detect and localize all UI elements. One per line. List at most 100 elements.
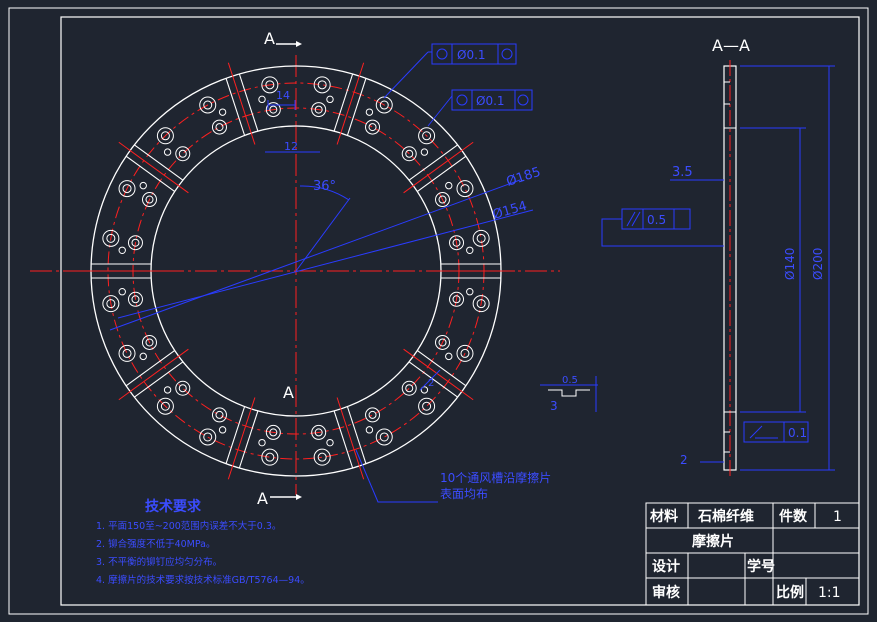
tech-req-item-4: 4. 摩擦片的技术要求按技术标准GB/T5764—94。 [96,574,310,586]
flat-symbol-icon [749,425,763,439]
tb-scale-label: 比例 [776,584,804,601]
tol-parallel: 0.5 [647,213,666,227]
mmc-symbol-1-icon [501,48,513,60]
rivet-hole-inner [215,123,224,132]
small-hole [118,246,126,254]
vent-slot-edge [133,144,184,181]
vent-note-2: 表面均布 [440,487,488,501]
section-mark-middle: A [283,383,294,402]
section-mark-bottom: A [257,489,268,508]
section-mark-top: A [264,29,275,48]
rivet-hole-inner [422,401,432,411]
small-hole [258,95,266,104]
rivet-hole-outer [313,76,331,94]
rivet-hole-inner [178,149,187,158]
rivet-hole-outer [456,180,474,198]
dim-d185: Ø185 [505,165,543,190]
mmc-symbol-2-icon [517,94,529,106]
detail-view: 0.5 3 [540,375,598,413]
section-arrow-top-icon [296,41,302,47]
vent-slot-edge [125,350,175,387]
tol-value-2: Ø0.1 [476,94,505,108]
rivet-hole-inner [215,410,224,419]
rivet-hole-outer [175,146,191,162]
tech-req-item-1: 1. 平面150至~200范围内误差不大于0.3。 [96,520,281,532]
rivet-hole-inner [405,384,414,393]
title-block: 材料 石棉纤维 件数 1 摩擦片 设计 学号 审核 比例 1:1 [645,502,860,606]
dim-od-section: Ø200 [811,248,825,280]
rivet-hole-outer [211,407,227,423]
vent-slot-edge [417,350,467,387]
rivet-hole-inner [368,123,377,132]
parallel-symbol-b-icon [631,211,641,227]
small-hole [163,386,172,394]
rivet-hole-outer [175,380,191,396]
vent-slot-edge [225,78,246,136]
small-hole [218,426,227,434]
vent-slot-edge [125,155,175,192]
detail-dim-h: 0.5 [562,375,578,386]
tech-req-item-2: 2. 铆合强度不低于40MPa。 [96,538,216,550]
dim-id-section: Ø140 [783,248,797,280]
tolerance-frame-1: Ø0.1 [431,43,517,65]
slot-centerline [227,397,256,480]
section-view: A—A Ø200 Ø140 3.5 0.5 0.1 2 [601,36,835,476]
tb-design-label: 设计 [652,558,680,575]
dim-angle: 36° [313,179,336,194]
vent-slot-edge [238,410,259,469]
rivet-hole-inner [460,184,470,194]
rivet-hole-inner [379,432,389,442]
vent-slot-edge [333,410,354,469]
small-hole [365,108,374,116]
tech-req-item-3: 3. 不平衡的铆钉应均匀分布。 [96,556,222,568]
rivet-hole-outer [118,344,136,362]
rivet-hole-outer [365,407,381,423]
rivet-hole-inner [122,348,132,358]
small-hole [118,288,126,296]
rivet-hole-outer [261,448,279,466]
tol-leader-1 [383,51,429,99]
small-hole [445,181,453,190]
vent-slot-edge [133,361,184,398]
tech-req-title: 技术要求 [145,498,202,515]
position-symbol-1-icon [436,48,448,60]
slot-centerline [227,62,256,145]
position-symbol-2-icon [456,94,468,106]
vent-slot-edge [238,73,259,132]
tb-material-value: 石棉纤维 [697,508,754,525]
slot-centerline [336,62,365,145]
rivet-hole-outer [418,397,436,415]
small-hole [139,181,147,190]
detail-dim-w: 3 [550,399,558,413]
section-arrow-bottom-icon [296,494,302,500]
front-view [30,55,560,495]
vent-slot-edge [346,406,367,464]
rivet-hole-outer [401,380,417,396]
rivet-hole-outer [375,428,393,446]
rivet-hole-outer [313,448,331,466]
rivet-hole-outer [472,229,490,247]
vent-slot-edge [408,144,459,181]
section-view-title: A—A [712,36,750,55]
dim-chamfer: 2 [680,453,688,467]
vent-note-1: 10个通风槽沿摩擦片 [440,470,551,485]
small-hole [466,246,474,254]
small-hole [326,438,334,447]
tol-leader-2 [427,95,453,127]
dim-detail-small: 2 [428,378,434,389]
small-hole [466,288,474,296]
parallel-symbol-a-icon [626,211,636,227]
small-hole [163,148,172,156]
cad-drawing: Ø185 Ø154 36° 14 12 2 10个通风槽沿摩擦片 表面均布 Ø0… [8,7,869,615]
rivet-hole-inner [203,432,213,442]
rivet-hole-inner [178,384,187,393]
rivet-hole-outer [199,428,217,446]
tb-scale-value: 1:1 [818,585,841,601]
tb-student-id-label: 学号 [747,558,775,575]
tb-material-label: 材料 [650,508,678,525]
small-hole [139,352,147,361]
tb-count-label: 件数 [779,508,808,525]
slot-centerline [336,397,365,480]
dim-slot-gap: 12 [284,140,298,153]
tb-review-label: 审核 [652,584,680,601]
